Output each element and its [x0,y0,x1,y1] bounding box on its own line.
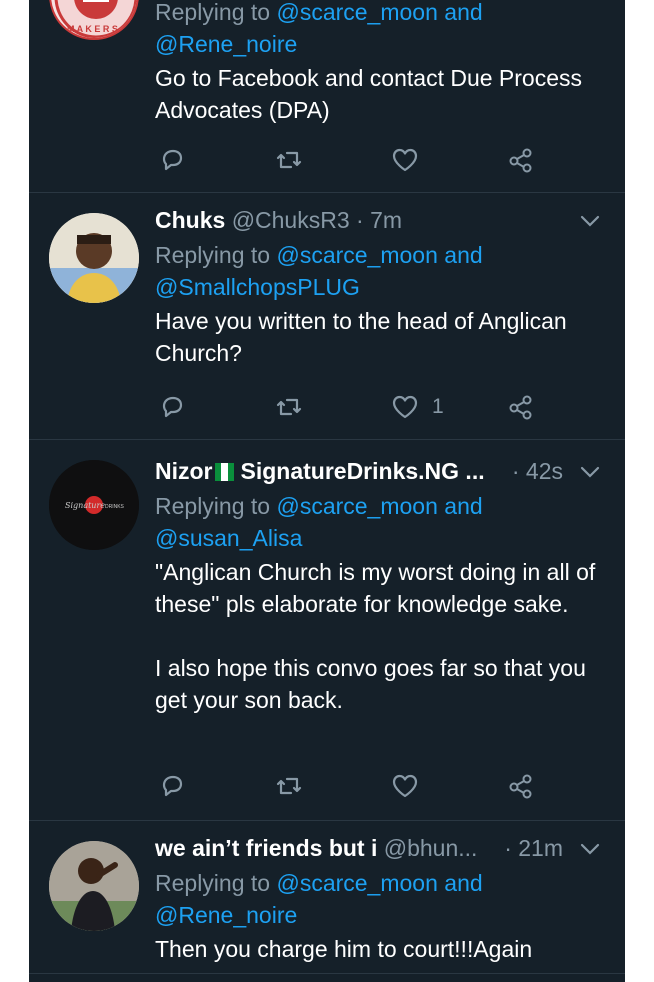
reply-button[interactable] [157,389,187,425]
display-name[interactable]: we ain’t friends but i [155,835,377,861]
tweet-actions [29,142,625,182]
timestamp[interactable]: · 7m [356,207,402,233]
tweet-text: Then you charge him to court!!!Again [155,936,533,962]
chevron-down-icon[interactable] [579,213,601,229]
display-name[interactable]: Nizor [155,458,213,484]
woman-photo-icon [49,841,139,931]
mention-link[interactable]: @scarce_moon and [276,493,482,519]
replying-prefix: Replying to [155,242,271,268]
tweet-actions [29,768,625,808]
like-button[interactable] [390,142,432,178]
makers-logo-icon: M A K E R S [54,0,137,38]
mention-link[interactable]: @susan_Alisa [155,525,302,551]
avatar-user[interactable] [49,841,139,931]
display-name-suffix[interactable]: SignatureDrinks.NG ... [241,458,485,484]
tweet-header: Chuks @ChuksR3 · 7m [155,207,605,239]
mention-link[interactable]: @SmallchopsPLUG [155,274,360,300]
timeline: M A K E R S Replying to @scarce_moon and… [29,0,625,982]
chevron-down-icon[interactable] [579,841,601,857]
replying-prefix: Replying to [155,493,271,519]
reply-icon [162,149,183,171]
user-handle[interactable]: @bhun... [384,835,478,861]
svg-text:M A K E R S: M A K E R S [67,24,118,34]
replying-prefix: Replying to [155,870,271,896]
like-icon [392,774,418,798]
svg-text:DRINKS: DRINKS [105,504,125,510]
retweet-icon [276,777,302,795]
share-button[interactable] [506,768,536,804]
mention-link[interactable]: @scarce_moon and [276,0,482,25]
timestamp[interactable]: · 21m [504,835,563,862]
avatar-makers[interactable]: M A K E R S [49,0,139,40]
tweet-text: "Anglican Church is my worst doing in al… [155,559,596,713]
replying-prefix: Replying to [155,0,271,25]
display-name[interactable]: Chuks [155,207,225,233]
tweet-1[interactable]: M A K E R S Replying to @scarce_moon and… [29,0,625,192]
tweet-4[interactable]: we ain’t friends but i @bhun... · 21m Re… [29,821,625,982]
share-button[interactable] [506,142,536,178]
retweet-button[interactable] [274,768,304,804]
share-icon [509,395,532,420]
replying-to: Replying to @scarce_moon and @Smallchops… [155,239,605,303]
tweet-text: Have you written to the head of Anglican… [155,308,567,366]
retweet-icon [276,151,302,169]
reply-button[interactable] [157,142,187,178]
like-button[interactable] [390,768,432,804]
share-icon [509,774,532,799]
reply-icon [162,396,183,418]
retweet-button[interactable] [274,389,304,425]
mention-link[interactable]: @Rene_noire [155,31,297,57]
retweet-icon [276,398,302,416]
avatar-nizor[interactable]: Signature DRINKS [49,460,139,550]
nigeria-flag-icon [214,460,235,481]
avatar-chuks[interactable] [49,213,139,303]
share-icon [509,148,532,173]
like-icon [392,395,418,419]
user-handle[interactable]: @ChuksR3 [232,207,350,233]
mention-link[interactable]: @Rene_noire [155,902,297,928]
signature-drinks-logo-icon: Signature DRINKS [49,460,139,550]
like-button[interactable]: 1 [390,389,444,425]
chevron-down-icon[interactable] [579,464,601,480]
share-button[interactable] [506,389,536,425]
tweet-header: Nizor SignatureDrinks.NG ... · 42s [155,458,605,490]
tweet-text: Go to Facebook and contact Due Process A… [155,65,583,123]
mention-link[interactable]: @scarce_moon and [276,242,482,268]
timestamp[interactable]: · 42s [512,458,563,485]
like-count: 1 [432,395,444,418]
tweet-actions: 1 [29,389,625,429]
man-photo-icon [49,213,139,303]
replying-to: Replying to @scarce_moon and @susan_Alis… [155,490,605,554]
replying-to: Replying to @scarce_moon and @Rene_noire [155,0,605,60]
reply-button[interactable] [157,768,187,804]
tweet-3[interactable]: Signature DRINKS Nizor SignatureDrinks.NG… [29,440,625,820]
divider [29,973,625,974]
tweet-2[interactable]: Chuks @ChuksR3 · 7m Replying to @scarce_… [29,193,625,439]
reply-icon [162,775,183,797]
retweet-button[interactable] [274,142,304,178]
tweet-header: we ain’t friends but i @bhun... · 21m [155,835,605,867]
svg-text:Signature: Signature [65,501,105,510]
mention-link[interactable]: @scarce_moon and [276,870,482,896]
like-icon [392,148,418,172]
replying-to: Replying to @scarce_moon and @Rene_noire [155,867,605,931]
